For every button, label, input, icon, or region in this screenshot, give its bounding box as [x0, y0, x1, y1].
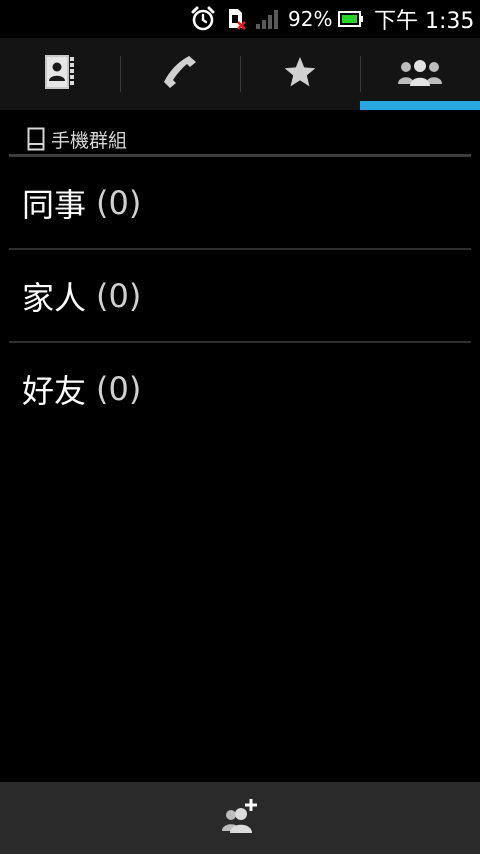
clock: 下午 1:35: [374, 9, 475, 34]
group-count: (0): [96, 276, 142, 315]
group-count: (0): [96, 369, 142, 408]
group-count: (0): [96, 183, 142, 222]
section-title: 手機群組: [51, 129, 128, 152]
add-group-icon: [220, 797, 260, 839]
add-group-button[interactable]: [200, 782, 280, 854]
bottom-action-bar: [0, 782, 480, 854]
group-name: 家人: [22, 278, 87, 317]
selected-tab-indicator: [360, 101, 480, 110]
list-item[interactable]: 家人 (0): [9, 250, 471, 343]
group-name: 好友: [22, 371, 87, 410]
tab-contacts[interactable]: [0, 38, 120, 110]
list-item[interactable]: 同事 (0): [9, 157, 471, 250]
group-list: 同事 (0) 家人 (0) 好友 (0): [9, 157, 471, 434]
tab-bar: [0, 38, 480, 110]
groups-icon: [397, 56, 443, 92]
tab-phone[interactable]: [120, 38, 240, 110]
tab-divider: [120, 56, 121, 92]
tab-divider: [360, 56, 361, 92]
section-header: 手機群組: [9, 124, 471, 154]
tab-divider: [240, 56, 241, 92]
status-bar: 92% 下午 1:35: [0, 0, 480, 38]
phone-device-icon: [27, 127, 45, 151]
sim-missing-icon: [226, 0, 248, 38]
contacts-groups-screen: 92% 下午 1:35 手機群組 同事 (0) 家人 (0) 好友 (0): [0, 0, 480, 854]
tab-favorites[interactable]: [240, 38, 360, 110]
group-name: 同事: [22, 185, 87, 224]
alarm-icon: [190, 0, 216, 38]
star-icon: [283, 55, 317, 93]
list-item[interactable]: 好友 (0): [9, 343, 471, 434]
signal-icon: [255, 0, 281, 38]
contacts-book-icon: [44, 54, 76, 94]
battery-icon: [338, 0, 364, 38]
phone-icon: [162, 54, 198, 94]
tab-groups[interactable]: [360, 38, 480, 110]
battery-percent: 92%: [288, 7, 333, 31]
